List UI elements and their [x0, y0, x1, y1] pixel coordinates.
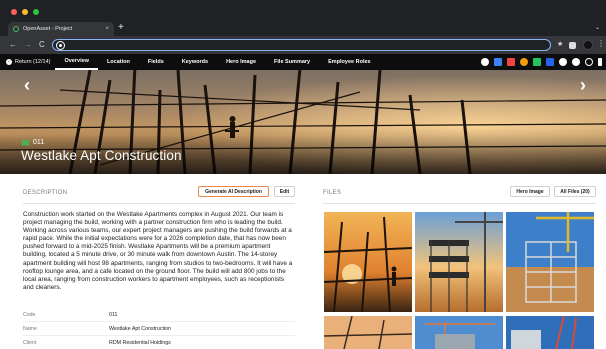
description-text: Construction work started on the Westlak…	[23, 211, 293, 291]
site-info-icon[interactable]	[57, 42, 64, 49]
extensions-icon[interactable]	[569, 41, 576, 49]
file-thumbnail[interactable]	[324, 316, 412, 349]
green-extension-icon[interactable]	[533, 58, 541, 66]
description-divider	[23, 203, 295, 204]
tab-location[interactable]: Location	[98, 54, 139, 70]
browser-chrome: OpenAsset - Project × + ⌄ ← → C ★ ⋮	[0, 0, 606, 54]
maximize-window-button[interactable]	[33, 9, 39, 15]
hero-prev-button[interactable]: ‹	[24, 76, 30, 94]
edit-button[interactable]: Edit	[274, 186, 295, 197]
openasset-favicon-icon	[13, 26, 19, 32]
tab-search-icon[interactable]: ⌄	[595, 24, 600, 31]
field-label-client: Client	[23, 340, 37, 346]
new-tab-button[interactable]: +	[118, 23, 124, 33]
nav-action-icons	[481, 58, 602, 66]
cloud-extension-icon[interactable]	[572, 58, 580, 66]
browser-tab[interactable]: OpenAsset - Project ×	[8, 22, 114, 36]
description-section-label: DESCRIPTION	[23, 190, 68, 196]
tab-hero-image[interactable]: Hero Image	[217, 54, 265, 70]
tab-overview[interactable]: Overview	[55, 54, 98, 70]
minimize-window-button[interactable]	[22, 9, 28, 15]
files-section-label: FILES	[323, 190, 342, 196]
address-bar[interactable]	[52, 39, 551, 51]
tab-employee-roles[interactable]: Employee Roles	[319, 54, 380, 70]
blue-extension-icon[interactable]	[546, 58, 554, 66]
return-arrow-icon: ‹	[6, 59, 12, 65]
field-value-client: RDM Residential Holdings	[109, 340, 171, 346]
panel-extension-icon[interactable]	[598, 58, 602, 66]
project-code: 011	[22, 139, 44, 146]
address-bar-row: ← → C ★ ⋮	[0, 36, 606, 54]
all-files-button[interactable]: All Files (20)	[554, 186, 596, 197]
field-label-name: Name	[23, 326, 37, 332]
return-label: Return (12/14)	[15, 59, 51, 65]
file-thumbnail[interactable]	[324, 212, 412, 312]
hero-next-button[interactable]: ›	[580, 76, 586, 94]
return-button[interactable]: ‹ Return (12/14)	[0, 54, 55, 70]
hero-image-button[interactable]: Hero Image	[510, 186, 550, 197]
bookmark-star-icon[interactable]: ★	[557, 41, 565, 49]
project-flag-icon	[22, 139, 30, 146]
tab-keywords[interactable]: Keywords	[173, 54, 217, 70]
file-thumbnail[interactable]	[415, 316, 503, 349]
file-thumbnail[interactable]	[506, 316, 594, 349]
chrome-extension-icon[interactable]	[481, 58, 489, 66]
browser-menu-icon[interactable]: ⋮	[597, 39, 605, 48]
tab-fields[interactable]: Fields	[139, 54, 173, 70]
back-button[interactable]: ←	[9, 39, 17, 51]
project-nav-bar: ‹ Return (12/14) Overview Location Field…	[0, 54, 606, 70]
block-extension-icon[interactable]	[585, 58, 593, 66]
generate-ai-description-button[interactable]: Generate AI Description	[198, 186, 269, 197]
project-code-text: 011	[33, 139, 45, 146]
files-divider	[323, 203, 596, 204]
file-thumbnail[interactable]	[506, 212, 594, 312]
field-divider	[23, 335, 295, 336]
profile-avatar[interactable]	[583, 40, 593, 50]
field-value-code: 011	[109, 312, 118, 318]
url-input[interactable]	[67, 41, 537, 50]
mail-extension-icon[interactable]	[507, 58, 515, 66]
field-value-name: Westlake Apt Construction	[109, 326, 172, 332]
field-label-code: Code	[23, 312, 36, 318]
tab-title: OpenAsset - Project	[23, 26, 73, 32]
flag-extension-icon[interactable]	[494, 58, 502, 66]
tab-close-icon[interactable]: ×	[105, 26, 109, 32]
forward-button[interactable]: →	[24, 39, 32, 51]
settings-extension-icon[interactable]	[559, 58, 567, 66]
project-title: Westlake Apt Construction	[21, 148, 182, 163]
close-window-button[interactable]	[11, 9, 17, 15]
window-controls	[11, 9, 39, 15]
reload-button[interactable]: C	[39, 39, 45, 51]
field-divider	[23, 321, 295, 322]
tab-file-summary[interactable]: File Summary	[265, 54, 319, 70]
file-thumbnail[interactable]	[415, 212, 503, 312]
color-extension-icon[interactable]	[520, 58, 528, 66]
